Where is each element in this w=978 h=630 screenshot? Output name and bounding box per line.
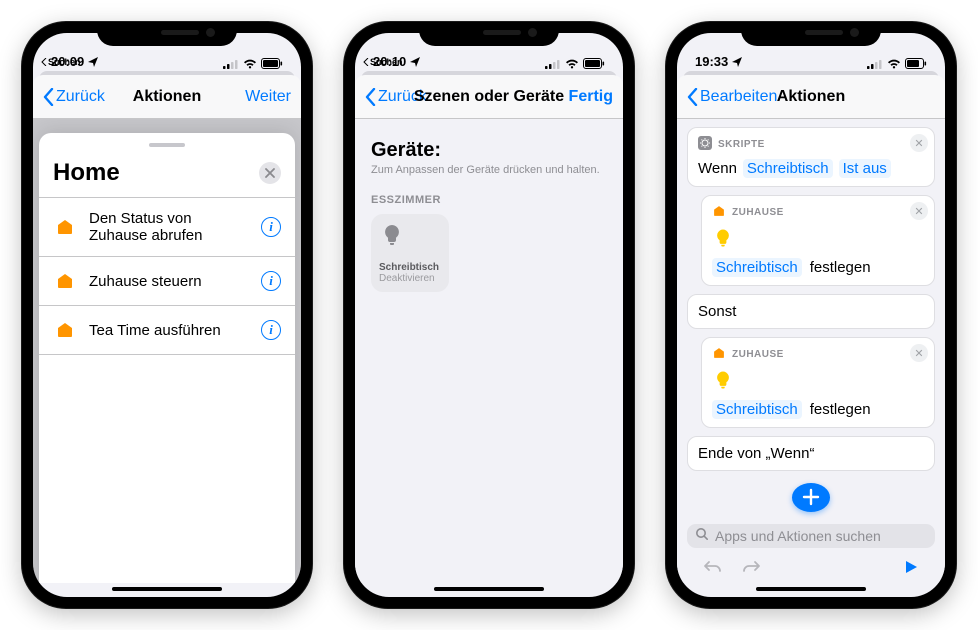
signal-icon — [545, 59, 561, 69]
home-icon — [712, 204, 726, 221]
action-row-scene[interactable]: Tea Time ausführen i — [39, 305, 295, 355]
action-verb: festlegen — [810, 259, 871, 276]
endif-keyword: Ende von „Wenn“ — [698, 445, 814, 462]
home-indicator[interactable] — [434, 587, 544, 591]
clock: 19:33 — [695, 54, 728, 69]
home-icon — [53, 318, 77, 342]
search-icon — [695, 527, 709, 544]
nav-bar: Zurück Aktionen Weiter — [33, 75, 301, 119]
wifi-icon — [565, 59, 579, 69]
bulb-icon — [712, 236, 734, 253]
bulb-icon — [712, 378, 734, 395]
back-to-app[interactable]: Suchen — [363, 57, 403, 67]
battery-icon — [261, 58, 283, 69]
back-button[interactable]: Zurück — [365, 88, 427, 106]
if-variable[interactable]: Schreibtisch — [743, 159, 833, 178]
action-label: Den Status von Zuhause abrufen — [89, 210, 249, 244]
action-row-control[interactable]: Zuhause steuern i — [39, 256, 295, 305]
action-row-status[interactable]: Den Status von Zuhause abrufen i — [39, 197, 295, 256]
info-icon[interactable]: i — [261, 271, 281, 291]
home-indicator[interactable] — [756, 587, 866, 591]
location-icon — [410, 57, 420, 67]
remove-icon[interactable]: ✕ — [910, 134, 928, 152]
battery-icon — [583, 58, 605, 69]
else-keyword: Sonst — [698, 303, 736, 320]
bulb-icon — [379, 222, 405, 248]
home-icon — [53, 269, 77, 293]
undo-icon[interactable] — [703, 559, 723, 580]
phone-1: Suchen 20:09 Zurück Aktionen Weiter — [22, 22, 312, 608]
location-icon — [88, 57, 98, 67]
bottom-toolbar — [687, 556, 935, 583]
room-label: ESSZIMMER — [371, 194, 607, 206]
play-icon[interactable] — [903, 559, 919, 580]
if-card[interactable]: SKRIPTE ✕ Wenn Schreibtisch Ist aus — [687, 127, 935, 187]
add-action-button[interactable] — [792, 483, 830, 512]
next-button[interactable]: Weiter — [245, 88, 291, 106]
home-icon — [53, 215, 77, 239]
battery-icon — [905, 58, 927, 69]
search-input[interactable]: Apps und Aktionen suchen — [687, 524, 935, 548]
wifi-icon — [887, 59, 901, 69]
else-card[interactable]: Sonst — [687, 294, 935, 329]
home-icon — [712, 346, 726, 363]
devices-heading: Geräte: — [371, 139, 607, 162]
sheet-grabber[interactable] — [149, 143, 185, 147]
done-button[interactable]: Fertig — [569, 88, 613, 106]
back-button[interactable]: Zurück — [43, 88, 105, 106]
action-target[interactable]: Schreibtisch — [712, 400, 802, 419]
search-placeholder: Apps und Aktionen suchen — [715, 528, 881, 544]
action-verb: festlegen — [810, 401, 871, 418]
home-indicator[interactable] — [112, 587, 222, 591]
back-button[interactable]: Bearbeiten — [687, 88, 777, 106]
if-keyword: Wenn — [698, 160, 737, 177]
close-icon[interactable] — [259, 162, 281, 184]
device-tile-schreibtisch[interactable]: Schreibtisch Deaktivieren — [371, 214, 449, 292]
action-label: Zuhause steuern — [89, 273, 249, 290]
actions-sheet: Home Den Status von Zuhause abrufen i Zu… — [39, 133, 295, 583]
nav-bar: Bearbeiten Aktionen — [677, 75, 945, 119]
back-to-app[interactable]: Suchen — [41, 57, 81, 67]
card-category: ZUHAUSE — [732, 349, 784, 360]
if-condition[interactable]: Ist aus — [839, 159, 891, 178]
then-action-card[interactable]: ZUHAUSE ✕ Schreibtisch festlegen — [701, 195, 935, 286]
nav-bar: Zurück Szenen oder Geräte Fertig — [355, 75, 623, 119]
action-label: Tea Time ausführen — [89, 322, 249, 339]
signal-icon — [223, 59, 239, 69]
remove-icon[interactable]: ✕ — [910, 344, 928, 362]
else-action-card[interactable]: ZUHAUSE ✕ Schreibtisch festlegen — [701, 337, 935, 428]
signal-icon — [867, 59, 883, 69]
redo-icon[interactable] — [741, 559, 761, 580]
phone-3: 19:33 Bearbeiten Aktionen — [666, 22, 956, 608]
sheet-title: Home — [53, 159, 120, 187]
endif-card[interactable]: Ende von „Wenn“ — [687, 436, 935, 471]
location-icon — [732, 57, 742, 67]
remove-icon[interactable]: ✕ — [910, 202, 928, 220]
devices-subtitle: Zum Anpassen der Geräte drücken und halt… — [371, 164, 607, 176]
device-state: Deaktivieren — [379, 273, 441, 284]
card-category: ZUHAUSE — [732, 207, 784, 218]
wifi-icon — [243, 59, 257, 69]
info-icon[interactable]: i — [261, 320, 281, 340]
action-target[interactable]: Schreibtisch — [712, 258, 802, 277]
gear-icon — [698, 136, 712, 153]
device-name: Schreibtisch — [379, 262, 441, 273]
info-icon[interactable]: i — [261, 217, 281, 237]
phone-2: Suchen 20:10 Zurück Szenen oder Geräte F… — [344, 22, 634, 608]
card-category: SKRIPTE — [718, 139, 765, 150]
